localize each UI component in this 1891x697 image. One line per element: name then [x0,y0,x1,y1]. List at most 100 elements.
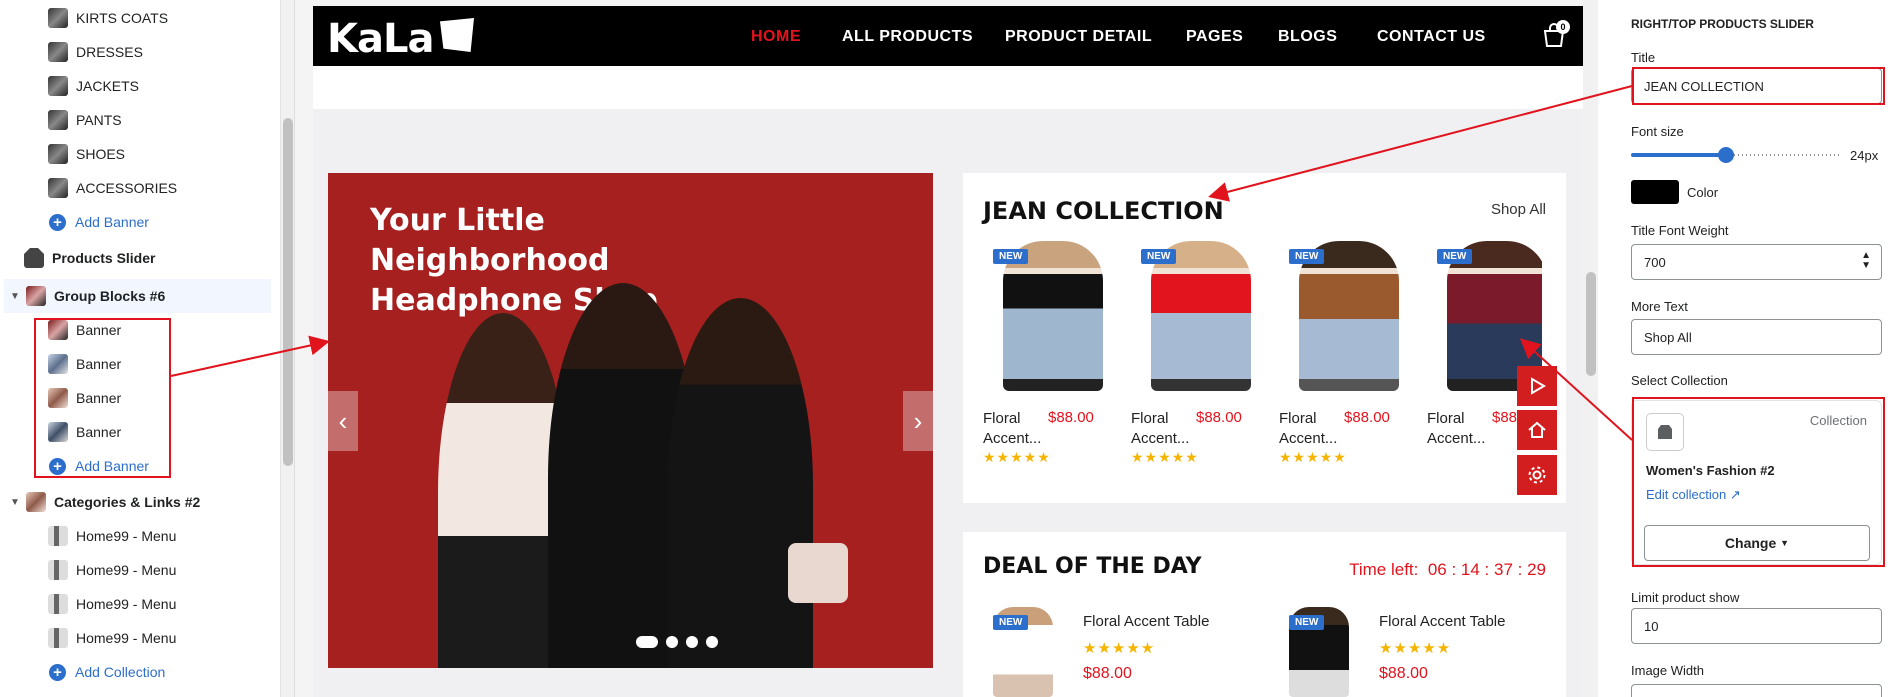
plus-icon: + [49,663,66,681]
product-rating: ★★★★★ [1379,640,1452,657]
deal-countdown: Time left: 06 : 14 : 37 : 29 [1349,560,1546,580]
deal-product-card[interactable]: NEW Floral Accent Table ★★★★★ $88.00 [1279,607,1559,697]
title-label: Title [1631,50,1656,65]
limit-input[interactable]: 10 [1631,608,1882,644]
product-rating: ★★★★★ [983,449,1051,465]
nav-all-products[interactable]: ALL PRODUCTS [842,28,973,46]
sidebar-item-shoes[interactable]: SHOES [48,137,125,171]
product-name[interactable]: Floral Accent... [983,409,1048,449]
new-badge: NEW [1289,615,1325,630]
product-price: $88.00 [1344,409,1390,426]
hero-prev-button[interactable]: ‹ [328,391,358,451]
hero-handbag [788,543,848,603]
settings-button[interactable] [1517,455,1557,495]
dress-icon [48,42,68,62]
sidebar-item-categories-links[interactable]: ▼ Categories & Links #2 [10,485,200,519]
more-text-input[interactable]: Shop All [1631,319,1882,355]
sidebar-item-skirts-coats[interactable]: KIRTS COATS [48,1,168,35]
sidebar-scrollbar[interactable] [281,0,295,697]
hero-banner[interactable]: Your Little Neighborhood Headphone Shop … [328,173,933,668]
product-price: $88.00 [1196,409,1242,426]
preview-scrollbar[interactable] [1583,0,1598,697]
weight-select[interactable]: 700 ▲ ▼ [1631,244,1882,280]
nav-home[interactable]: HOME [751,28,801,46]
hero-next-button[interactable]: › [903,391,933,451]
jean-collection-section: JEAN COLLECTION Shop All NEW Floral Acce… [963,173,1566,503]
sidebar-item-dresses[interactable]: DRESSES [48,35,143,69]
gear-icon [1528,466,1546,484]
product-name[interactable]: Floral Accent... [1427,409,1492,449]
annotation-box-collection [1632,397,1885,567]
color-swatch[interactable] [1631,180,1679,204]
new-badge: NEW [1289,249,1325,264]
nav-contact-us[interactable]: CONTACT US [1377,28,1486,46]
home-icon [1528,421,1546,438]
shoe-icon [48,144,68,164]
menu-thumbnail [48,594,68,614]
product-name[interactable]: Floral Accent Table [1379,613,1505,630]
chevron-right-icon: › [913,406,923,436]
play-icon [1531,377,1546,395]
plus-icon: + [49,213,66,231]
sidebar-item-menu[interactable]: Home99 - Menu [48,587,176,621]
store-header: KaLa HOME ALL PRODUCTS PRODUCT DETAIL PA… [313,6,1583,66]
image-width-input[interactable]: 150 [1631,684,1882,697]
scrollbar-thumb[interactable] [283,118,293,466]
menu-thumbnail [48,560,68,580]
product-card[interactable]: NEW Floral Accent... $88.00 ★★★★★ [983,241,1123,481]
new-badge: NEW [993,615,1029,630]
hero-dot[interactable] [636,636,658,648]
deal-product-card[interactable]: NEW Floral Accent Table ★★★★★ $88.00 [983,607,1263,697]
product-name[interactable]: Floral Accent Table [1083,613,1209,630]
product-price: $88.00 [1083,665,1132,682]
product-name[interactable]: Floral Accent... [1279,409,1344,449]
sidebar-item-menu[interactable]: Home99 - Menu [48,621,176,655]
deal-of-the-day-section: DEAL OF THE DAY Time left: 06 : 14 : 37 … [963,532,1566,697]
sidebar-item-products-slider[interactable]: Products Slider [24,241,155,275]
new-badge: NEW [1141,249,1177,264]
time-left-value: 06 : 14 : 37 : 29 [1427,560,1546,579]
slider-handle[interactable] [1717,147,1734,163]
caret-down-icon: ▼ [10,496,20,508]
product-rating: ★★★★★ [1279,449,1347,465]
add-collection-button[interactable]: + Add Collection [49,655,165,689]
annotation-box-banners [34,318,171,478]
caret-down-icon: ▼ [10,290,20,302]
font-size-slider[interactable] [1631,147,1841,163]
hero-dot[interactable] [706,636,718,648]
pants-icon [48,110,68,130]
new-badge: NEW [1437,249,1473,264]
product-rating: ★★★★★ [1083,640,1156,657]
jean-collection-title: JEAN COLLECTION [983,197,1224,225]
slider-fill [1631,153,1726,157]
shop-all-link[interactable]: Shop All [1491,201,1546,218]
group-blocks-icon [26,286,46,306]
sidebar-item-group-blocks[interactable]: ▼ Group Blocks #6 [4,279,271,313]
slider-track [1725,154,1841,156]
hero-dot[interactable] [666,636,678,648]
sidebar-item-accessories[interactable]: ACCESSORIES [48,171,177,205]
cart-count-badge: 0 [1556,20,1570,34]
product-card[interactable]: NEW Floral Accent... $88.00 ★★★★★ [1131,241,1271,481]
add-banner-button[interactable]: + Add Banner [49,205,149,239]
product-card[interactable]: NEW Floral Accent... $88.00 ★★★★★ [1279,241,1419,481]
sidebar-item-pants[interactable]: PANTS [48,103,122,137]
sidebar-item-menu[interactable]: Home99 - Menu [48,553,176,587]
stepper-icon: ▲ ▼ [1861,250,1871,271]
nav-blogs[interactable]: BLOGS [1278,28,1337,46]
nav-pages[interactable]: PAGES [1186,28,1243,46]
store-logo[interactable]: KaLa [327,16,434,62]
product-name[interactable]: Floral Accent... [1131,409,1196,449]
logo-badge [440,18,474,52]
chevron-left-icon: ‹ [338,406,348,436]
play-button[interactable] [1517,366,1557,406]
sidebar-item-menu[interactable]: Home99 - Menu [48,519,176,553]
more-text-label: More Text [1631,299,1688,314]
accessory-icon [48,178,68,198]
nav-product-detail[interactable]: PRODUCT DETAIL [1005,28,1152,46]
sidebar-item-jackets[interactable]: JACKETS [48,69,139,103]
weight-label: Title Font Weight [1631,223,1729,238]
home-button[interactable] [1517,410,1557,450]
scrollbar-thumb[interactable] [1586,272,1596,376]
hero-dot[interactable] [686,636,698,648]
